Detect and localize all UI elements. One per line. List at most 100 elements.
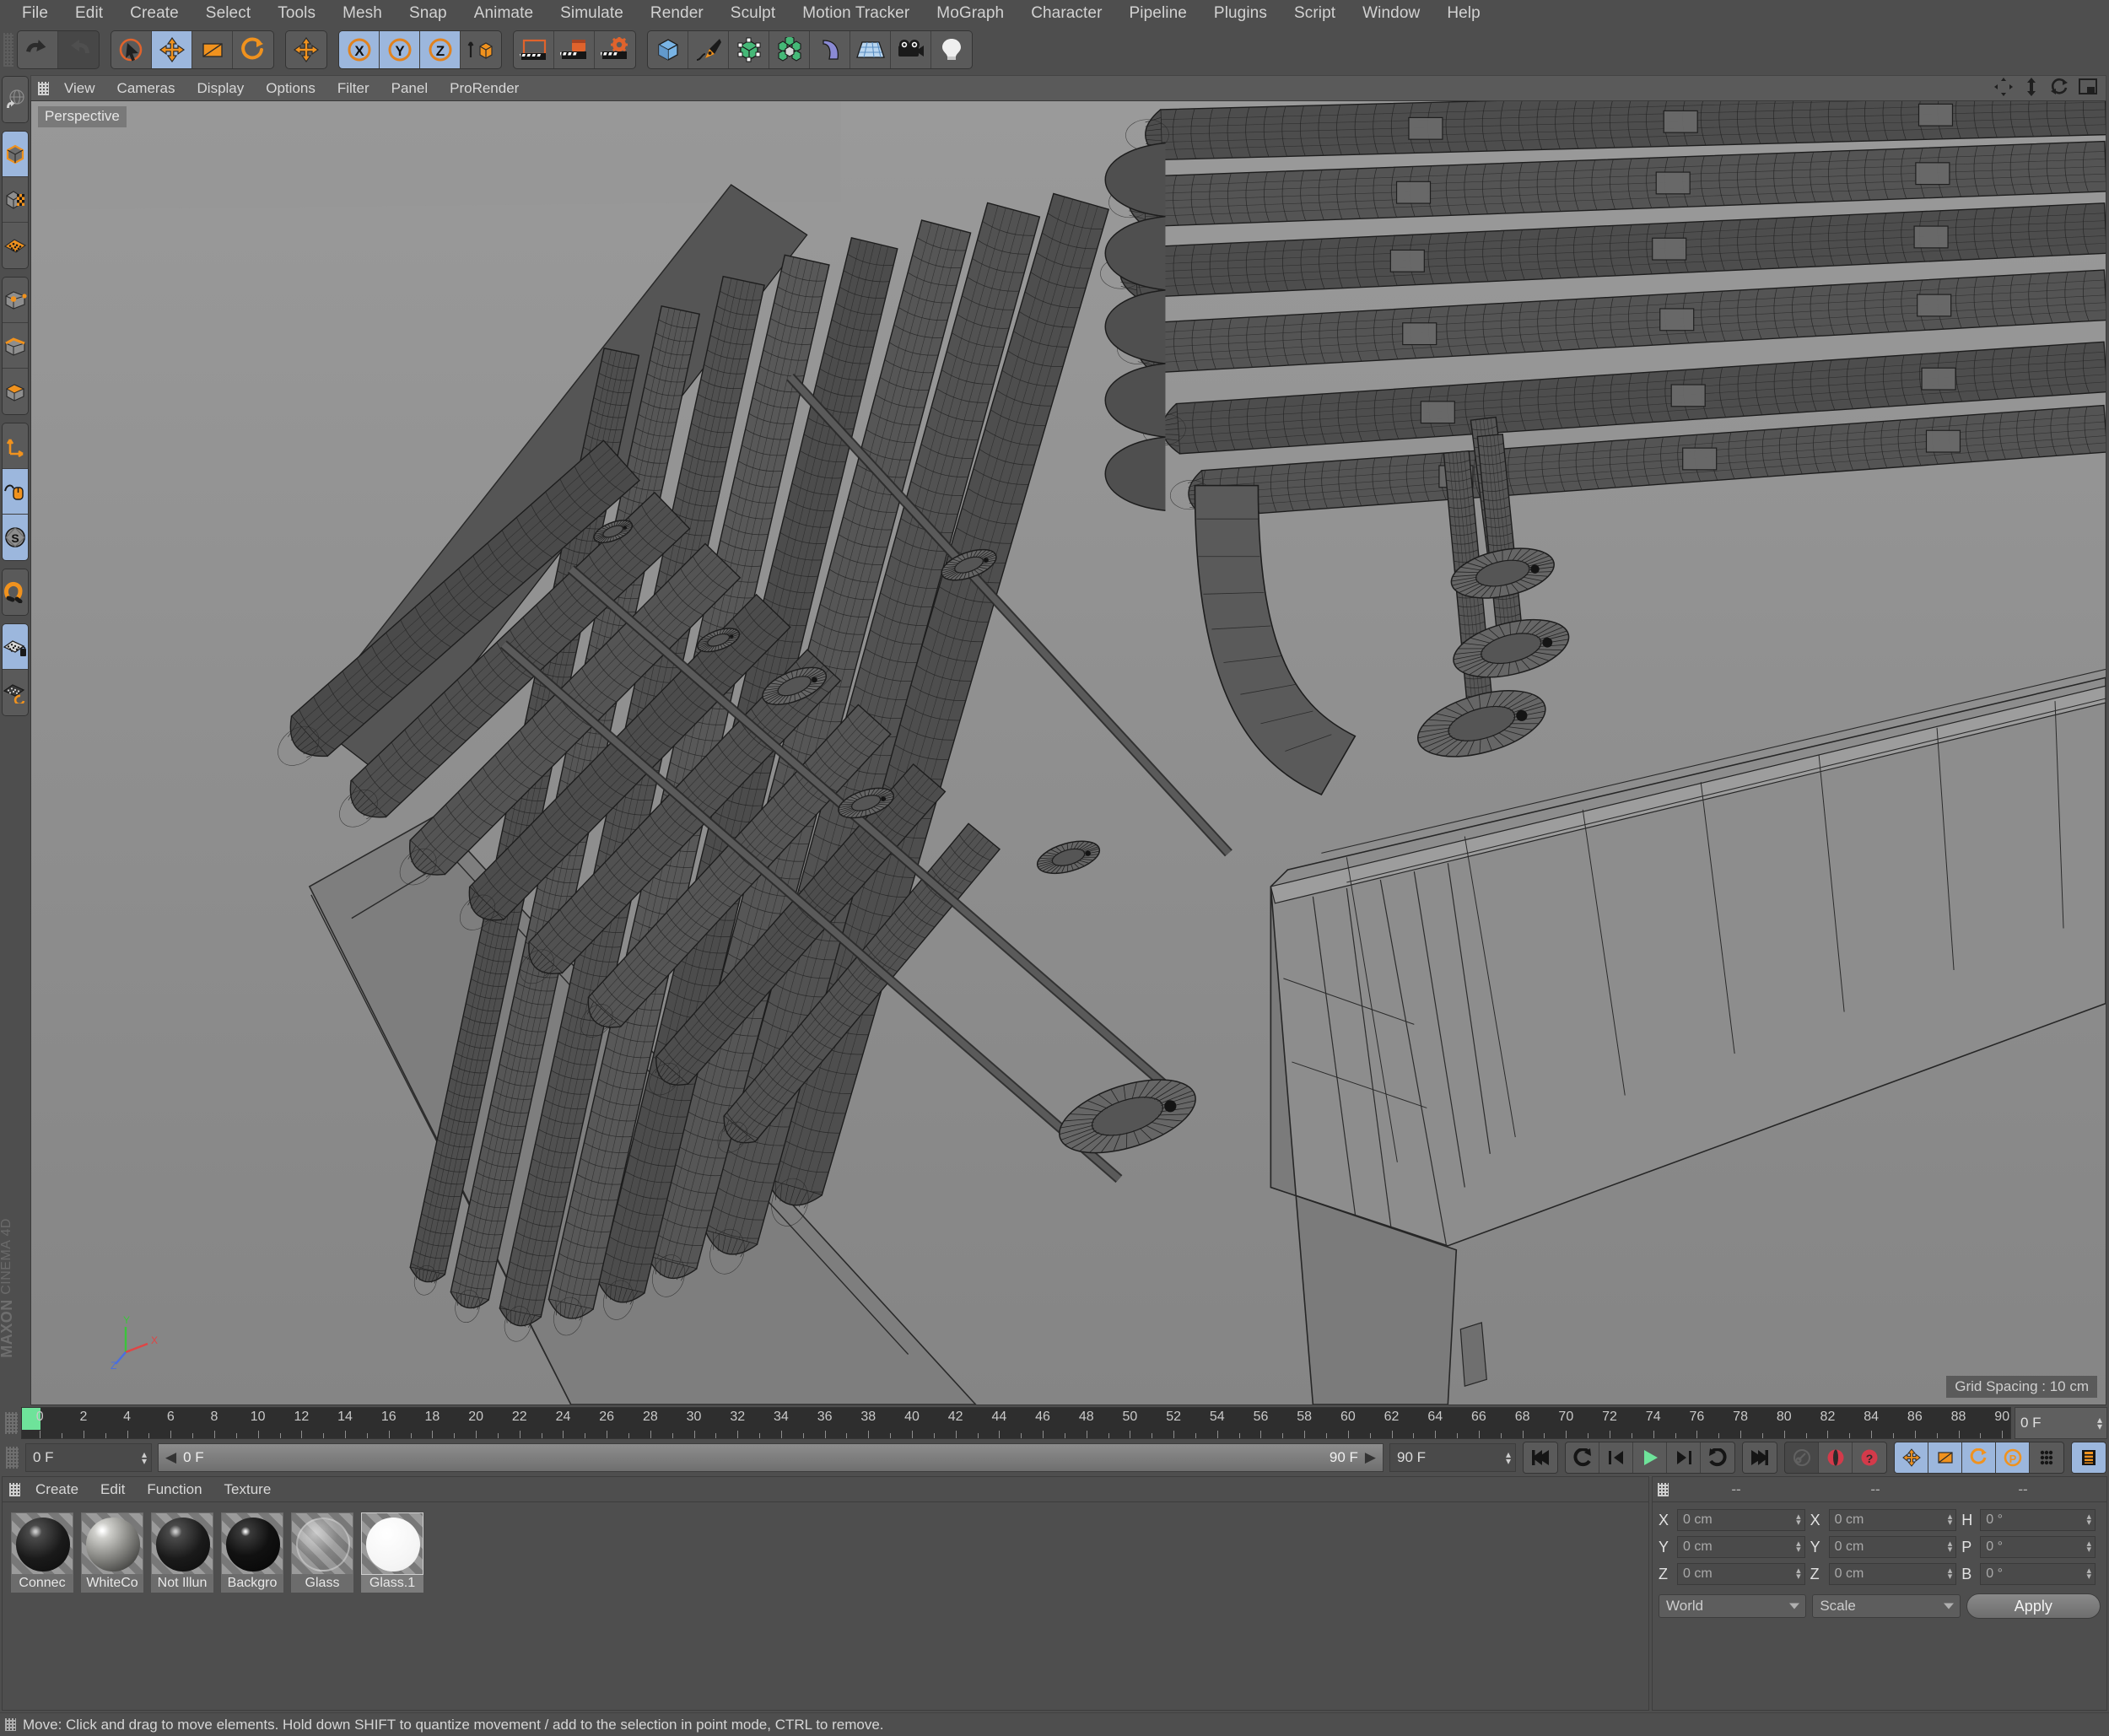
timeline-grip[interactable] bbox=[5, 1412, 18, 1434]
material-menu-texture[interactable]: Texture bbox=[213, 1480, 283, 1499]
lock-z-axis-button[interactable]: Z bbox=[420, 31, 461, 68]
viewport-menu-grip[interactable] bbox=[38, 81, 49, 95]
menu-item-create[interactable]: Create bbox=[116, 3, 192, 24]
coord-pos-z-field[interactable]: 0 cm ▴ ▾ bbox=[1677, 1563, 1805, 1585]
menu-item-window[interactable]: Window bbox=[1349, 3, 1433, 24]
menu-item-help[interactable]: Help bbox=[1433, 3, 1493, 24]
menu-item-script[interactable]: Script bbox=[1281, 3, 1349, 24]
spinner-icon[interactable]: ▴ ▾ bbox=[2086, 1539, 2091, 1555]
lock-y-axis-button[interactable]: Y bbox=[380, 31, 420, 68]
spinner-icon[interactable]: ▴ ▾ bbox=[1506, 1449, 1511, 1466]
timeline-ruler[interactable]: 0 2 4 6 8 10 12 14 16 18 20 22 24 26 28 30 32 34 36 38 40 42 4… bbox=[21, 1407, 2011, 1439]
material-swatch[interactable]: Glass bbox=[291, 1512, 353, 1593]
workplane-mode-button[interactable] bbox=[3, 223, 28, 268]
spinner-icon[interactable]: ▴ ▾ bbox=[1948, 1512, 1953, 1528]
material-menu-edit[interactable]: Edit bbox=[89, 1480, 136, 1499]
material-swatch[interactable]: Connec bbox=[11, 1512, 73, 1593]
material-menu-function[interactable]: Function bbox=[136, 1480, 213, 1499]
key-position-button[interactable] bbox=[1895, 1442, 1928, 1473]
model-mode-button[interactable] bbox=[3, 132, 28, 177]
coord-rot-p-field[interactable]: 0 ° ▴ ▾ bbox=[1980, 1536, 2096, 1558]
spinner-icon[interactable]: ▴ ▾ bbox=[1948, 1566, 1953, 1582]
coordinate-system-dropdown[interactable]: World bbox=[1659, 1594, 1807, 1618]
soft-selection-button[interactable]: S bbox=[3, 515, 28, 560]
viewport-menu-view[interactable]: View bbox=[53, 79, 106, 98]
spinner-icon[interactable]: ▴ ▾ bbox=[1796, 1512, 1801, 1528]
mograph-array-button[interactable] bbox=[769, 31, 810, 68]
scrub-right-arrow-icon[interactable]: ▶ bbox=[1365, 1449, 1376, 1466]
menu-item-character[interactable]: Character bbox=[1017, 3, 1115, 24]
material-preview[interactable] bbox=[221, 1512, 283, 1575]
spline-pen-button[interactable] bbox=[688, 31, 729, 68]
key-rotation-button[interactable] bbox=[1962, 1442, 1996, 1473]
autokey-link-button[interactable] bbox=[1785, 1442, 1819, 1473]
spinner-icon[interactable]: ▴ ▾ bbox=[2086, 1512, 2091, 1528]
material-preview[interactable] bbox=[81, 1512, 143, 1575]
material-preview[interactable] bbox=[361, 1512, 423, 1575]
coord-size-x-field[interactable]: 0 cm ▴ ▾ bbox=[1828, 1509, 1957, 1531]
viewport-menu-options[interactable]: Options bbox=[255, 79, 326, 98]
record-active-objects-button[interactable] bbox=[1819, 1442, 1853, 1473]
viewport-3d[interactable]: Perspective Grid Spacing : 10 cm Y X Z bbox=[30, 100, 2106, 1405]
transport-grip[interactable] bbox=[6, 1447, 19, 1469]
end-frame-field[interactable]: 90 F ▴ ▾ bbox=[1389, 1443, 1516, 1472]
spinner-icon[interactable]: ▴ ▾ bbox=[2086, 1566, 2091, 1582]
undo-view-button[interactable] bbox=[3, 77, 28, 122]
menu-item-edit[interactable]: Edit bbox=[62, 3, 116, 24]
viewport-menu-prorender[interactable]: ProRender bbox=[439, 79, 530, 98]
polygons-mode-button[interactable] bbox=[3, 369, 28, 414]
render-picture-viewer-button[interactable] bbox=[554, 31, 595, 68]
material-swatch[interactable]: Backgro bbox=[221, 1512, 283, 1593]
points-mode-button[interactable] bbox=[3, 278, 28, 323]
current-frame-field[interactable]: 0 F ▴ ▾ bbox=[25, 1443, 152, 1472]
magnet-snap-button[interactable] bbox=[3, 569, 28, 615]
redo-button[interactable] bbox=[58, 31, 99, 68]
viewport-solo-button[interactable] bbox=[3, 469, 28, 515]
spinner-icon[interactable]: ▴ ▾ bbox=[1796, 1539, 1801, 1555]
material-menu-create[interactable]: Create bbox=[24, 1480, 89, 1499]
rotate-tool-button[interactable] bbox=[233, 31, 273, 68]
menu-item-simulate[interactable]: Simulate bbox=[547, 3, 637, 24]
rotate-view-icon[interactable] bbox=[2050, 78, 2069, 100]
key-point-level-button[interactable] bbox=[2030, 1442, 2063, 1473]
toolbar-grip[interactable] bbox=[3, 33, 13, 67]
render-view-button[interactable] bbox=[514, 31, 554, 68]
spinner-icon[interactable]: ▴ ▾ bbox=[1796, 1566, 1801, 1582]
menu-item-mograph[interactable]: MoGraph bbox=[923, 3, 1017, 24]
move-axis-button[interactable] bbox=[286, 31, 326, 68]
go-to-start-button[interactable] bbox=[1524, 1442, 1557, 1473]
status-bar-grip[interactable] bbox=[5, 1718, 16, 1731]
generator-nurbs-button[interactable] bbox=[729, 31, 769, 68]
viewport-menu-filter[interactable]: Filter bbox=[326, 79, 380, 98]
enable-axis-modification-button[interactable] bbox=[3, 423, 28, 469]
material-preview[interactable] bbox=[291, 1512, 353, 1575]
light-button[interactable] bbox=[931, 31, 972, 68]
pan-view-icon[interactable] bbox=[1994, 77, 2013, 100]
coordinates-grip[interactable] bbox=[1658, 1482, 1669, 1496]
viewport-menu-panel[interactable]: Panel bbox=[380, 79, 439, 98]
menu-item-plugins[interactable]: Plugins bbox=[1200, 3, 1281, 24]
menu-item-animate[interactable]: Animate bbox=[461, 3, 547, 24]
cube-primitive-button[interactable] bbox=[648, 31, 688, 68]
next-frame-button[interactable] bbox=[1667, 1442, 1701, 1473]
texture-mode-button[interactable] bbox=[3, 177, 28, 223]
workplane-lock-button[interactable] bbox=[3, 624, 28, 670]
material-swatch[interactable]: Not Illun bbox=[151, 1512, 213, 1593]
move-tool-button[interactable] bbox=[152, 31, 192, 68]
menu-item-render[interactable]: Render bbox=[637, 3, 717, 24]
scrub-left-arrow-icon[interactable]: ◀ bbox=[165, 1449, 176, 1466]
select-tool-button[interactable] bbox=[111, 31, 152, 68]
menu-item-file[interactable]: File bbox=[8, 3, 62, 24]
coord-size-y-field[interactable]: 0 cm ▴ ▾ bbox=[1828, 1536, 1957, 1558]
coord-rot-h-field[interactable]: 0 ° ▴ ▾ bbox=[1980, 1509, 2096, 1531]
undo-button[interactable] bbox=[18, 31, 58, 68]
next-keyframe-button[interactable] bbox=[1701, 1442, 1734, 1473]
maximize-view-icon[interactable] bbox=[2079, 78, 2097, 100]
spinner-icon[interactable]: ▴ ▾ bbox=[142, 1449, 147, 1466]
timeline-strip-button[interactable] bbox=[2072, 1442, 2106, 1473]
previous-keyframe-button[interactable] bbox=[1566, 1442, 1599, 1473]
material-preview[interactable] bbox=[11, 1512, 73, 1575]
apply-button[interactable]: Apply bbox=[1966, 1593, 2101, 1619]
menu-item-motion-tracker[interactable]: Motion Tracker bbox=[789, 3, 923, 24]
material-swatch[interactable]: WhiteCo bbox=[81, 1512, 143, 1593]
